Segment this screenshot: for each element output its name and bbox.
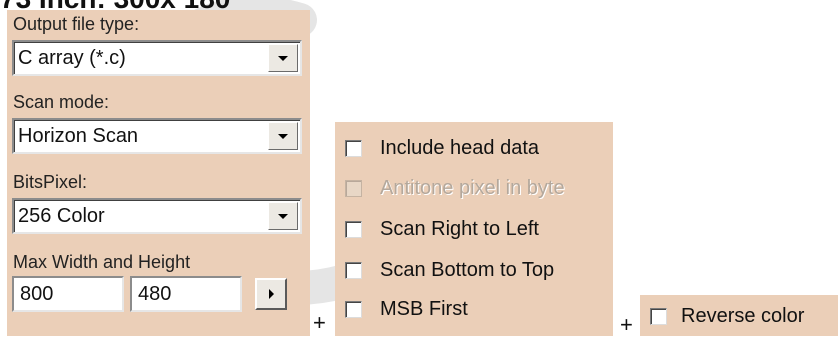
options-panel: Include head data Antitone pixel in byte… xyxy=(335,122,613,336)
scan-right-to-left-label: Scan Right to Left xyxy=(380,218,539,240)
plus-separator: + xyxy=(313,310,326,335)
scan-mode-dropdown-button[interactable] xyxy=(268,122,298,150)
max-height-value: 480 xyxy=(138,283,172,305)
option-scan-bottom-to-top[interactable]: Scan Bottom to Top xyxy=(345,258,554,282)
bits-pixel-select[interactable]: 256 Color xyxy=(12,198,302,234)
max-width-input[interactable]: 800 xyxy=(12,276,124,312)
scan-right-to-left-checkbox[interactable] xyxy=(345,220,362,238)
scan-bottom-to-top-label: Scan Bottom to Top xyxy=(380,259,555,281)
msb-first-label: MSB First xyxy=(380,298,468,320)
scan-mode-label: Scan mode: xyxy=(13,92,110,112)
plus-separator: + xyxy=(620,312,633,337)
scan-mode-select[interactable]: Horizon Scan xyxy=(12,118,302,154)
output-type-select[interactable]: C array (*.c) xyxy=(12,40,302,76)
chevron-down-icon xyxy=(278,55,288,61)
antitone-pixel-checkbox xyxy=(345,179,362,197)
option-scan-right-to-left[interactable]: Scan Right to Left xyxy=(345,217,539,241)
output-type-value: C array (*.c) xyxy=(18,47,126,69)
bits-pixel-label: BitsPixel: xyxy=(13,172,88,192)
include-head-data-label: Include head data xyxy=(380,137,540,159)
chevron-down-icon xyxy=(278,133,288,139)
reverse-color-checkbox[interactable] xyxy=(650,307,667,325)
max-height-input[interactable]: 480 xyxy=(130,276,242,312)
bits-pixel-value: 256 Color xyxy=(18,205,105,227)
msb-first-checkbox[interactable] xyxy=(345,300,362,318)
antitone-pixel-label: Antitone pixel in byte xyxy=(380,177,565,199)
output-type-dropdown-button[interactable] xyxy=(268,44,298,72)
apply-size-button[interactable] xyxy=(255,278,287,310)
reverse-color-panel: Reverse color xyxy=(640,295,838,336)
option-include-head-data[interactable]: Include head data xyxy=(345,136,539,160)
max-size-label: Max Width and Height xyxy=(13,252,191,272)
option-antitone-pixel: Antitone pixel in byte xyxy=(345,176,565,200)
output-type-label: Output file type: xyxy=(13,14,140,34)
option-msb-first[interactable]: MSB First xyxy=(345,297,468,321)
play-arrow-icon xyxy=(268,289,274,299)
option-reverse-color[interactable]: Reverse color xyxy=(650,304,804,328)
settings-panel: Output file type: C array (*.c) Scan mod… xyxy=(7,10,310,336)
chevron-down-icon xyxy=(278,213,288,219)
max-width-value: 800 xyxy=(20,283,54,305)
scan-bottom-to-top-checkbox[interactable] xyxy=(345,261,362,279)
bits-pixel-dropdown-button[interactable] xyxy=(268,202,298,230)
include-head-data-checkbox[interactable] xyxy=(345,139,362,157)
scan-mode-value: Horizon Scan xyxy=(18,125,139,147)
reverse-color-label: Reverse color xyxy=(681,305,805,327)
